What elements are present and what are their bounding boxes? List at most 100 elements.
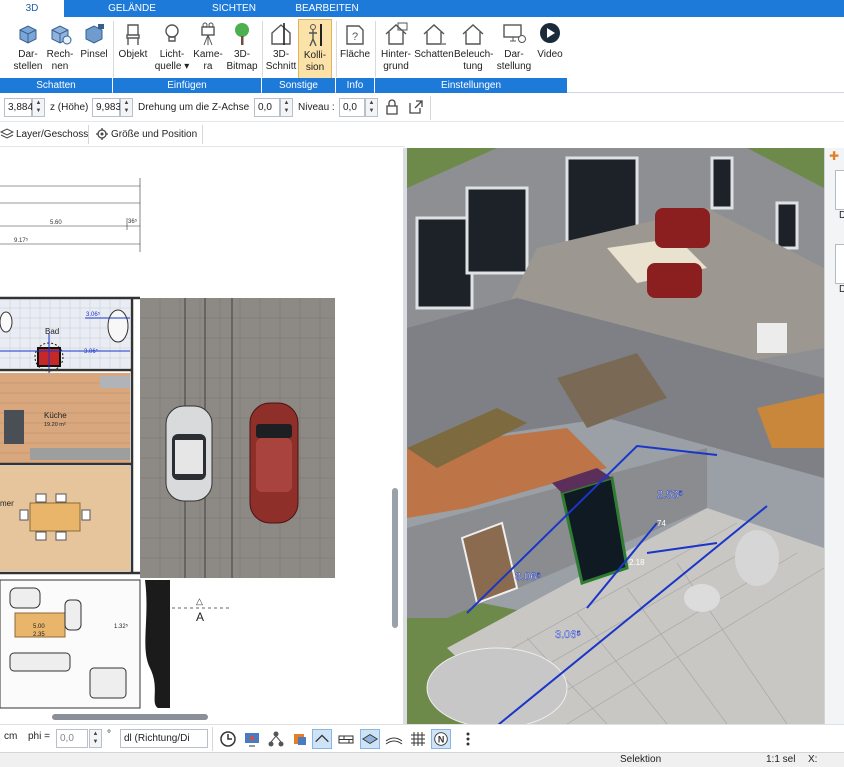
groesse-position-button[interactable]: Größe und Position xyxy=(95,125,197,144)
kamera-label-1: Kame- xyxy=(193,49,223,60)
section-triangle-icon[interactable]: △ xyxy=(196,596,203,606)
car-white[interactable] xyxy=(165,405,213,502)
floor-icon[interactable] xyxy=(360,729,380,749)
paint-icon[interactable] xyxy=(290,729,310,749)
chevron-down-icon[interactable]: ▾ xyxy=(181,61,189,72)
schatten-label: Schatten xyxy=(414,49,454,60)
north-icon[interactable]: N xyxy=(431,729,451,749)
video-button[interactable]: Video xyxy=(534,19,566,79)
status-scale: 1:1 sel xyxy=(766,754,796,765)
tab-bearbeiten[interactable]: BEARBEITEN xyxy=(292,0,362,17)
darstellung-label-2: stellung xyxy=(496,61,532,72)
monitor-icon[interactable] xyxy=(242,729,262,749)
3d-canvas[interactable]: 2.53⁵ 3.06⁵ 3.06⁵ 74 2.18 xyxy=(407,148,824,724)
horizontal-scrollbar[interactable] xyxy=(52,714,208,720)
tab-3d[interactable]: 3D xyxy=(0,0,64,17)
lichtquelle-button[interactable]: Licht- quelle ▾ xyxy=(154,19,190,79)
layer-geschoss-label: Layer/Geschoss xyxy=(16,129,89,140)
position-y-stepper[interactable]: ▲ ▼ xyxy=(32,98,45,117)
rotation-field[interactable]: 0,0 xyxy=(254,98,280,117)
room-label-kueche: Küche xyxy=(44,411,67,420)
dim-bad-mid: 3.06⁵ xyxy=(84,348,99,355)
terrain-icon[interactable] xyxy=(384,729,404,749)
darstellen-button[interactable]: Dar- stellen xyxy=(10,19,46,79)
bottom-divider xyxy=(212,727,213,751)
dim-3d-e: 2.18 xyxy=(629,558,645,567)
terrain-edge xyxy=(145,580,170,708)
objekt-button[interactable]: Objekt xyxy=(116,19,150,79)
3d-bitmap-button[interactable]: 3D- Bitmap xyxy=(224,19,260,79)
direction-select[interactable]: dl (Richtung/Di xyxy=(120,729,208,748)
dim-36: 36⁵ xyxy=(128,218,138,225)
floor-plan-view[interactable]: 5.60 9.17⁵ 36⁵ Bad 3.06⁵ 3.06⁵ Küche 19.… xyxy=(0,148,403,710)
layer-geschoss-button[interactable]: Layer/Geschoss xyxy=(0,125,88,144)
radiator xyxy=(757,323,787,353)
darstellen-label-1: Dar- xyxy=(18,49,38,60)
schatten-button[interactable]: Schatten xyxy=(414,19,454,79)
3d-schnitt-button[interactable]: 3D- Schnitt xyxy=(264,19,298,79)
hintergrund-button[interactable]: Hinter- grund xyxy=(378,19,414,79)
layer-bar: Layer/Geschoss Größe und Position xyxy=(0,122,405,147)
dining-table xyxy=(29,502,81,532)
kamera-button[interactable]: Kame- ra xyxy=(192,19,224,79)
catalog-label-2: D xyxy=(839,284,844,295)
floor-plan-canvas[interactable]: 5.60 9.17⁵ 36⁵ Bad 3.06⁵ 3.06⁵ Küche 19.… xyxy=(0,148,403,710)
dim-9-17: 9.17⁵ xyxy=(14,237,29,244)
clock-icon[interactable] xyxy=(218,729,238,749)
phi-label: phi = xyxy=(28,731,50,742)
kollision-button[interactable]: Kolli- sion xyxy=(298,19,332,79)
roof-icon[interactable] xyxy=(312,729,332,749)
group-label-einfuegen: Einfügen xyxy=(113,78,261,93)
section-marker-label: A xyxy=(196,610,204,624)
car-red[interactable] xyxy=(249,402,299,524)
flaeche-label: Fläche xyxy=(339,49,370,60)
coordinate-bar: 3,884 ▲ ▼ z (Höhe) 9,983 ▲ ▼ Drehung um di… xyxy=(0,94,844,122)
pinsel-button[interactable]: Pinsel xyxy=(78,19,110,79)
toolbar-divider xyxy=(430,96,431,120)
network-icon[interactable] xyxy=(266,729,286,749)
grid-icon[interactable] xyxy=(408,729,428,749)
dim-3d-a: 2.53⁵ xyxy=(657,489,683,501)
3d-view[interactable]: 2.53⁵ 3.06⁵ 3.06⁵ 74 2.18 xyxy=(407,148,824,724)
svg-text:N: N xyxy=(438,735,445,745)
tab-gelaende[interactable]: GELÄNDE xyxy=(102,0,162,17)
kitchen-shelf xyxy=(100,376,130,388)
darstellung-button[interactable]: Dar- stellung xyxy=(494,19,534,79)
video-label: Video xyxy=(537,49,563,60)
room-area-kueche: 19.20 m² xyxy=(44,422,66,428)
lock-level-icon[interactable] xyxy=(384,99,400,115)
monitor-settings-icon xyxy=(503,24,526,43)
beleuchtung-button[interactable]: Beleuch- tung xyxy=(454,19,493,79)
level-stepper[interactable]: ▲ ▼ xyxy=(365,98,378,117)
position-y-field[interactable]: 3,884 xyxy=(4,98,33,117)
add-icon[interactable]: ✚ xyxy=(829,150,841,162)
catalog-thumb-1[interactable] xyxy=(835,170,844,210)
group-label-einstellungen: Einstellungen xyxy=(375,78,567,93)
table-dim-2: 2.35 xyxy=(33,632,45,638)
schnitt-label-1: 3D- xyxy=(272,49,290,60)
beleuchtung-label-2: tung xyxy=(463,61,483,72)
area-info-icon: ? xyxy=(346,25,364,45)
direction-value: dl (Richtung/Di xyxy=(124,733,190,744)
cube-render-icon xyxy=(51,25,72,45)
rechnen-button[interactable]: Rech- nen xyxy=(44,19,76,79)
tab-sichten[interactable]: SICHTEN xyxy=(204,0,264,17)
rotation-stepper[interactable]: ▲ ▼ xyxy=(280,98,293,117)
catalog-thumb-2[interactable] xyxy=(835,244,844,284)
phi-stepper[interactable]: ▲ ▼ xyxy=(89,729,102,748)
rotation-label: Drehung um die Z-Achse xyxy=(138,102,250,113)
kamera-label-2: ra xyxy=(203,61,213,72)
groesse-position-label: Größe und Position xyxy=(111,129,198,140)
phi-field[interactable]: 0,0 xyxy=(56,729,88,748)
level-field[interactable]: 0,0 xyxy=(339,98,365,117)
light-bulb-icon xyxy=(165,24,179,42)
z-height-stepper[interactable]: ▲ ▼ xyxy=(120,98,133,117)
z-height-field[interactable]: 9,983 xyxy=(92,98,121,117)
more-options-icon[interactable] xyxy=(458,729,478,749)
open-external-icon[interactable] xyxy=(408,99,424,115)
flaeche-button[interactable]: ? Fläche xyxy=(338,19,372,79)
svg-text:?: ? xyxy=(352,31,358,43)
gear-icon xyxy=(96,128,108,140)
vertical-scrollbar[interactable] xyxy=(392,488,398,628)
wall-icon[interactable] xyxy=(336,729,356,749)
